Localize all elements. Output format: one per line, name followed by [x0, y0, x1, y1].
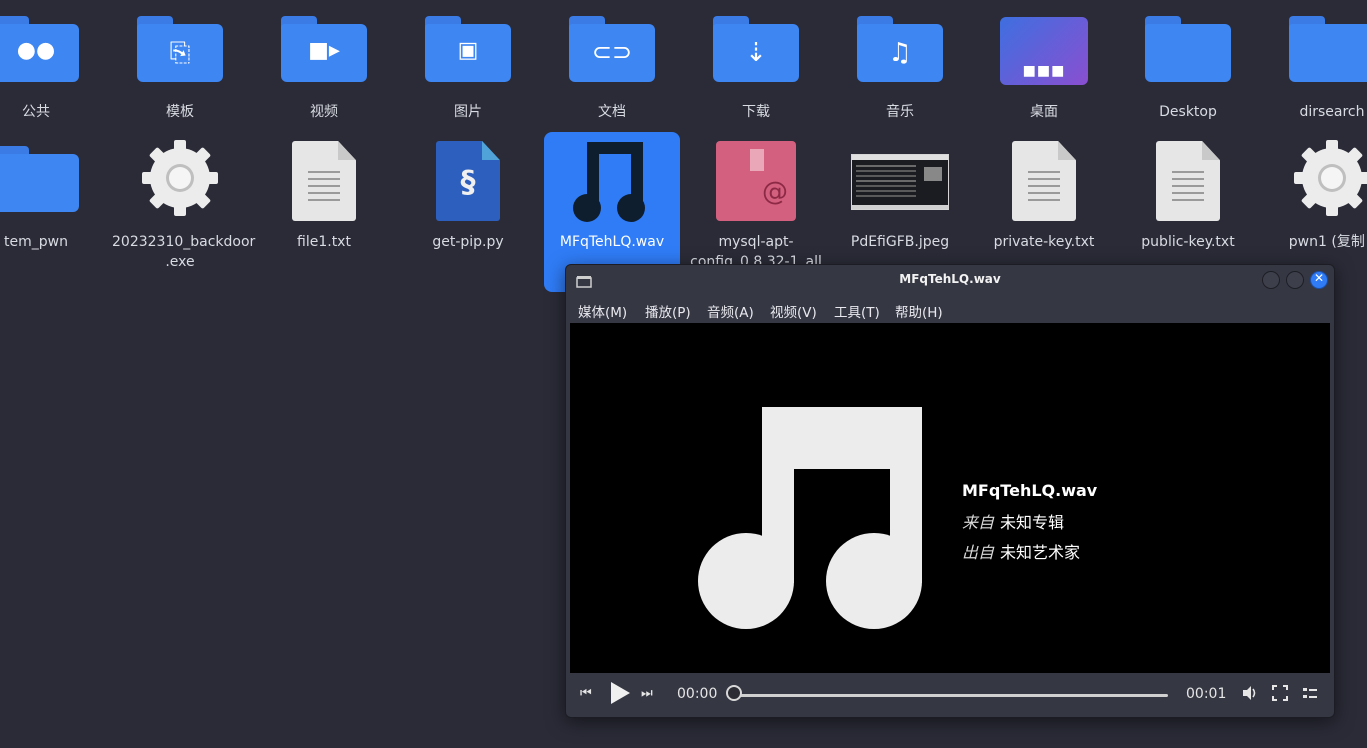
debian-package-icon: @ — [716, 141, 796, 221]
volume-icon — [1243, 686, 1256, 700]
menu-media[interactable]: 媒体(M) — [578, 301, 627, 321]
minimize-button[interactable] — [1262, 271, 1280, 289]
folder-icon — [1289, 16, 1367, 82]
play-icon — [611, 682, 630, 704]
folder-icon — [1145, 16, 1231, 82]
file-get-pip-py[interactable]: § get-pip.py — [400, 132, 536, 282]
album-prefix: 来自 — [962, 513, 995, 532]
folder-label: 视频 — [310, 104, 338, 120]
folder-templates[interactable]: ⎘ 模板 — [112, 0, 248, 128]
file-label: get-pip.py — [432, 234, 504, 250]
file-label: mysql-apt- config_0.8.32-1_all — [690, 234, 822, 266]
desktop: ●● 公共 ⎘ 模板 ■▸ 视频 ▣ 图片 ⊂⊃ 文档 ⇣ 下载 ♫ 音乐 ■■… — [0, 0, 1367, 748]
file-file1-txt[interactable]: file1.txt — [256, 132, 392, 282]
text-file-icon — [1012, 141, 1076, 221]
folder-tem-pwn[interactable]: tem_pwn — [0, 132, 104, 282]
folder-label: 模板 — [166, 104, 194, 120]
media-player-window: MFqTehLQ.wav ✕ 媒体(M) 播放(P) 音频(A) 视频(V) 工… — [565, 264, 1335, 718]
title-bar[interactable]: MFqTehLQ.wav ✕ — [566, 265, 1334, 295]
video-icon: ■▸ — [281, 16, 367, 82]
folder-desktop-cn[interactable]: ■■■ 桌面 — [976, 0, 1112, 128]
folder-music[interactable]: ♫ 音乐 — [832, 0, 968, 128]
music-note-icon — [698, 407, 922, 629]
desktop-icon: ■■■ — [1000, 17, 1088, 85]
file-label: MFqTehLQ.wav — [559, 234, 665, 250]
total-time: 00:01 — [1186, 686, 1227, 702]
menu-video[interactable]: 视频(V) — [770, 301, 817, 321]
seek-handle[interactable] — [726, 685, 742, 701]
music-icon: ♫ — [857, 16, 943, 82]
folder-label: 图片 — [454, 104, 482, 120]
python-file-icon: § — [436, 141, 500, 221]
current-time: 00:00 — [677, 686, 718, 702]
maximize-button[interactable] — [1286, 271, 1304, 289]
video-area[interactable]: MFqTehLQ.wav 来自 未知专辑 出自 未知艺术家 — [570, 323, 1330, 673]
image-thumbnail-icon — [851, 154, 949, 210]
menu-tools[interactable]: 工具(T) — [834, 301, 880, 321]
artist-name: 未知艺术家 — [1000, 543, 1081, 562]
folder-label: 文档 — [598, 104, 626, 120]
close-button[interactable]: ✕ — [1310, 271, 1328, 289]
file-label: pwn1 (复制 1 — [1288, 234, 1367, 250]
playlist-icon — [1303, 688, 1317, 698]
menu-playback[interactable]: 播放(P) — [645, 301, 691, 321]
folder-documents[interactable]: ⊂⊃ 文档 — [544, 0, 680, 128]
volume-button[interactable] — [1242, 685, 1258, 705]
file-label: tem_pwn — [4, 234, 68, 250]
folder-videos[interactable]: ■▸ 视频 — [256, 0, 392, 128]
menu-help[interactable]: 帮助(H) — [895, 301, 943, 321]
seek-bar[interactable] — [736, 694, 1168, 697]
file-label: file1.txt — [297, 234, 351, 250]
artist-line: 出自 未知艺术家 — [962, 539, 1080, 563]
album-line: 来自 未知专辑 — [962, 509, 1064, 533]
next-icon[interactable]: ⏭ — [641, 686, 653, 701]
folder-label: Desktop — [1159, 104, 1217, 120]
playlist-button[interactable] — [1302, 685, 1318, 705]
paperclip-icon: ⊂⊃ — [569, 16, 655, 82]
file-backdoor-exe[interactable]: 20232310_backdoor .exe — [112, 132, 256, 282]
file-pwn1-copy[interactable]: pwn1 (复制 1 — [1264, 132, 1367, 282]
file-private-key[interactable]: private-key.txt — [976, 132, 1112, 282]
window-title: MFqTehLQ.wav — [899, 272, 1001, 286]
download-icon: ⇣ — [713, 16, 799, 82]
file-mysql-deb[interactable]: @ mysql-apt- config_0.8.32-1_all — [688, 132, 824, 282]
users-icon: ●● — [0, 16, 79, 82]
file-label: public-key.txt — [1141, 234, 1235, 250]
play-button[interactable] — [608, 681, 632, 709]
fullscreen-button[interactable] — [1272, 685, 1288, 705]
artist-prefix: 出自 — [962, 543, 995, 562]
track-title: MFqTehLQ.wav — [962, 481, 1098, 500]
file-label: PdEfiGFB.jpeg — [850, 234, 950, 250]
music-file-icon — [567, 140, 657, 224]
folder-icon — [0, 146, 79, 212]
folder-public[interactable]: ●● 公共 — [0, 0, 104, 128]
folder-label: dirsearch — [1299, 104, 1365, 120]
previous-icon[interactable]: ⏮ — [580, 686, 592, 701]
folder-dirsearch[interactable]: dirsearch — [1264, 0, 1367, 128]
template-icon: ⎘ — [137, 16, 223, 82]
album-name: 未知专辑 — [1000, 513, 1065, 532]
menu-audio[interactable]: 音频(A) — [707, 301, 754, 321]
file-public-key[interactable]: public-key.txt — [1120, 132, 1256, 282]
image-icon: ▣ — [425, 16, 511, 82]
file-jpeg[interactable]: PdEfiGFB.jpeg — [832, 132, 968, 282]
text-file-icon — [1156, 141, 1220, 221]
file-label: private-key.txt — [993, 234, 1095, 250]
text-file-icon — [292, 141, 356, 221]
folder-desktop[interactable]: Desktop — [1120, 0, 1256, 128]
folder-label: 公共 — [22, 104, 50, 120]
gear-icon — [1290, 136, 1367, 220]
menu-bar: 媒体(M) 播放(P) 音频(A) 视频(V) 工具(T) 帮助(H) — [566, 297, 1334, 321]
folder-downloads[interactable]: ⇣ 下载 — [688, 0, 824, 128]
playback-controls: ⏮ ⏭ 00:00 00:01 — [570, 675, 1330, 713]
gear-icon — [138, 136, 222, 220]
close-icon: ✕ — [1313, 271, 1325, 285]
folder-label: 下载 — [742, 104, 770, 120]
folder-pictures[interactable]: ▣ 图片 — [400, 0, 536, 128]
folder-label: 音乐 — [886, 104, 914, 120]
file-label: 20232310_backdoor .exe — [112, 234, 256, 270]
folder-label: 桌面 — [1030, 104, 1058, 120]
fullscreen-icon — [1272, 685, 1288, 701]
